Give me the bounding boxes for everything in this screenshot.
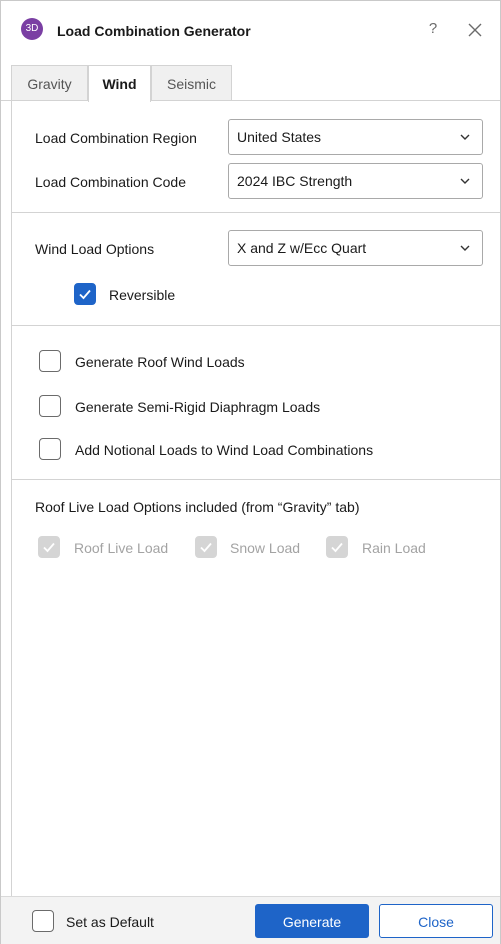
wind-options-value: X and Z w/Ecc Quart: [237, 240, 367, 256]
code-label: Load Combination Code: [35, 174, 186, 190]
roof-live-load-checkbox: [38, 536, 60, 558]
help-button[interactable]: ?: [423, 18, 443, 40]
chevron-down-icon: [460, 245, 470, 251]
roof-wind-loads-label: Generate Roof Wind Loads: [75, 354, 245, 370]
snow-load-label: Snow Load: [230, 540, 301, 556]
roof-live-load-label: Roof Live Load: [74, 540, 169, 556]
chevron-down-icon: [460, 178, 470, 184]
checkmark-icon: [43, 542, 55, 553]
generate-button[interactable]: Generate: [255, 904, 369, 938]
close-button[interactable]: Close: [379, 904, 493, 938]
tab-strip: Gravity Wind Seismic: [1, 65, 500, 102]
code-value: 2024 IBC Strength: [237, 173, 353, 189]
wind-options-select[interactable]: X and Z w/Ecc Quart: [228, 230, 483, 266]
tab-seismic[interactable]: Seismic: [151, 65, 232, 101]
region-select[interactable]: United States: [228, 119, 483, 155]
notional-loads-checkbox[interactable]: [39, 438, 61, 460]
region-label: Load Combination Region: [35, 130, 197, 146]
section-divider: [11, 479, 500, 480]
app-3d-icon: 3D: [21, 18, 43, 40]
checkmark-icon: [200, 542, 212, 553]
close-icon[interactable]: [463, 18, 487, 42]
rain-load-label: Rain Load: [362, 540, 426, 556]
title-bar: 3D Load Combination Generator ?: [1, 1, 500, 59]
dialog-title: Load Combination Generator: [57, 23, 251, 39]
region-value: United States: [237, 129, 322, 145]
section-divider: [11, 325, 500, 326]
code-select[interactable]: 2024 IBC Strength: [228, 163, 483, 199]
tab-wind[interactable]: Wind: [88, 65, 151, 102]
reversible-label: Reversible: [109, 287, 176, 303]
semi-rigid-diaphragm-label: Generate Semi-Rigid Diaphragm Loads: [75, 399, 321, 415]
reversible-checkbox[interactable]: [74, 283, 96, 305]
roof-live-heading: Roof Live Load Options included (from “G…: [35, 499, 360, 515]
tab-gravity[interactable]: Gravity: [11, 65, 88, 101]
load-combination-dialog: 3D Load Combination Generator ? Gravity …: [0, 0, 501, 944]
set-default-label: Set as Default: [66, 914, 154, 930]
section-divider: [11, 212, 500, 213]
rain-load-checkbox: [326, 536, 348, 558]
set-default-checkbox[interactable]: [32, 910, 54, 932]
notional-loads-label: Add Notional Loads to Wind Load Combinat…: [75, 442, 374, 458]
wind-options-label: Wind Load Options: [35, 241, 155, 257]
snow-load-checkbox: [195, 536, 217, 558]
roof-wind-loads-checkbox[interactable]: [39, 350, 61, 372]
checkmark-icon: [79, 289, 91, 300]
chevron-down-icon: [460, 134, 470, 140]
checkmark-icon: [331, 542, 343, 553]
semi-rigid-diaphragm-checkbox[interactable]: [39, 395, 61, 417]
